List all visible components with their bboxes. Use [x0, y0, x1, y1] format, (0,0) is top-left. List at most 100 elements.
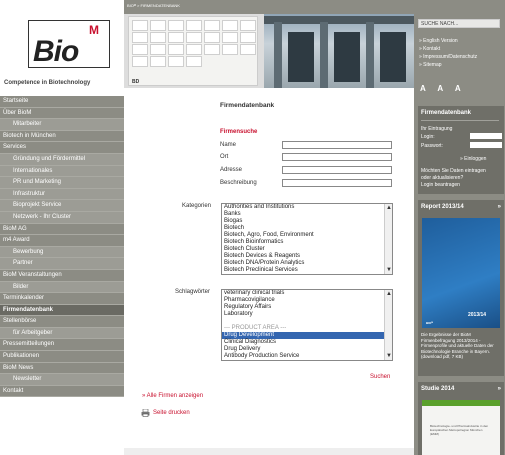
- printer-icon[interactable]: [141, 409, 150, 417]
- nav-item[interactable]: Infrastruktur: [0, 188, 124, 201]
- kontakt-link[interactable]: » Kontakt: [419, 46, 440, 52]
- nav-item[interactable]: Internationales: [0, 165, 124, 178]
- listbox-scrollbar[interactable]: ▲ ▼: [384, 204, 392, 274]
- nav-item[interactable]: Firmendatenbank: [0, 304, 124, 317]
- building-column: [320, 22, 328, 88]
- list-option[interactable]: Antibody Production Service: [222, 353, 392, 360]
- report-description[interactable]: Die Ergebnisse der BioM Firmenbefragung …: [421, 332, 503, 360]
- alle-firmen-link[interactable]: » Alle Firmen anzeigen: [142, 393, 203, 399]
- top-bar: BIOᴹ > FIRMENDATENBANK: [124, 0, 414, 14]
- nav-item[interactable]: Newsletter: [0, 374, 124, 386]
- einloggen-button[interactable]: » Einloggen: [460, 156, 486, 162]
- nav-item[interactable]: Publikationen: [0, 351, 124, 363]
- studie-title[interactable]: Studie 2014: [421, 386, 454, 392]
- nav-item[interactable]: Bewerbung: [0, 246, 124, 259]
- seite-drucken-link[interactable]: Seite drucken: [153, 410, 190, 416]
- nav-item[interactable]: Gründung und Fördermittel: [0, 153, 124, 166]
- building-photo: [264, 14, 414, 88]
- nav-item[interactable]: Kontakt: [0, 386, 124, 398]
- suchen-button[interactable]: Suchen: [370, 374, 390, 380]
- member-logo: [168, 32, 184, 43]
- login-beantragen-link[interactable]: Login beantragen: [421, 182, 460, 188]
- list-option[interactable]: Biotech: [222, 225, 392, 232]
- beschreibung-field[interactable]: [282, 179, 392, 187]
- report-arrow-icon[interactable]: »: [498, 204, 501, 210]
- site-search-input[interactable]: SUCHE NACH...: [418, 19, 500, 28]
- adresse-field[interactable]: [282, 166, 392, 174]
- nav-item[interactable]: für Arbeitgeber: [0, 327, 124, 340]
- list-option[interactable]: Pharmacovigilance: [222, 297, 392, 304]
- firmendatenbank-login-box: Firmendatenbank Ihr Eintragung Login: Pa…: [418, 106, 504, 194]
- scroll-up-icon[interactable]: ▲: [386, 291, 392, 297]
- schlagwoerter-listbox[interactable]: veterinary clinical trials Pharmacovigila…: [221, 289, 393, 361]
- nav-item[interactable]: Netzwerk - Ihr Cluster: [0, 211, 124, 224]
- nav-item[interactable]: Bioprojekt Service: [0, 200, 124, 212]
- scroll-down-icon[interactable]: ▼: [386, 353, 392, 359]
- studie-cover-image[interactable]: Biotechnologie- und Pharmaindustrie in d…: [422, 400, 500, 455]
- english-version-link[interactable]: » English Version: [419, 38, 458, 44]
- nav-item[interactable]: Services: [0, 142, 124, 154]
- nav-item[interactable]: Bilder: [0, 281, 124, 294]
- nav-item[interactable]: BioM AG: [0, 224, 124, 236]
- eintrag-label: Ihr Eintragung: [421, 126, 453, 132]
- nav-item[interactable]: Startseite: [0, 96, 124, 108]
- list-option[interactable]: Biotech, Agro, Food, Environment: [222, 232, 392, 239]
- member-logo: [132, 32, 148, 43]
- member-logo: [222, 44, 238, 55]
- ort-label: Ort: [220, 154, 229, 160]
- nav-item[interactable]: Partner: [0, 258, 124, 270]
- nav-item[interactable]: Pressemitteilungen: [0, 339, 124, 352]
- studie-teaser: Studie 2014 » Biotechnologie- und Pharma…: [418, 382, 504, 455]
- bd-label: BD: [132, 79, 140, 85]
- list-option[interactable]: Biotech Bioinformatics: [222, 239, 392, 246]
- list-option[interactable]: Clinical Diagnostics: [222, 339, 392, 346]
- listbox-scrollbar[interactable]: ▲ ▼: [384, 290, 392, 360]
- impressum-link[interactable]: » Impressum/Datenschutz: [419, 54, 477, 60]
- report-title[interactable]: Report 2013/14: [421, 204, 464, 210]
- nav-item[interactable]: Biotech in München: [0, 131, 124, 143]
- password-field[interactable]: [470, 142, 502, 148]
- member-logo: [168, 56, 184, 67]
- list-option[interactable]: --- PRODUCT AREA ---: [222, 325, 392, 332]
- member-logo: [204, 32, 220, 43]
- studie-arrow-icon[interactable]: »: [498, 386, 501, 392]
- nav-item[interactable]: BioM Veranstaltungen: [0, 270, 124, 282]
- list-option[interactable]: Drug Development: [222, 332, 392, 339]
- nav-item[interactable]: PR und Marketing: [0, 177, 124, 189]
- list-option[interactable]: Biotech Devices & Reagents: [222, 253, 392, 260]
- member-logo: [186, 44, 202, 55]
- list-option[interactable]: Biotech Preclinical Services: [222, 267, 392, 274]
- nav-item[interactable]: Terminkalender: [0, 293, 124, 305]
- list-option[interactable]: Regulatory Affairs: [222, 304, 392, 311]
- sitemap-link[interactable]: » Sitemap: [419, 62, 442, 68]
- member-logo: [150, 56, 166, 67]
- nav-item[interactable]: Über BioM: [0, 108, 124, 120]
- passwort-label: Passwort:: [421, 143, 443, 149]
- name-field[interactable]: [282, 141, 392, 149]
- list-option[interactable]: Authorities and Institutions: [222, 204, 392, 211]
- list-option[interactable]: [222, 318, 392, 325]
- nav-item[interactable]: Stellenbörse: [0, 316, 124, 328]
- login-field[interactable]: [470, 133, 502, 139]
- biom-logo[interactable]: Bio M: [28, 20, 110, 68]
- member-logo: [240, 44, 256, 55]
- list-option[interactable]: Biotech Cluster: [222, 246, 392, 253]
- list-option[interactable]: Banks: [222, 211, 392, 218]
- nav-item[interactable]: Mitarbeiter: [0, 119, 124, 131]
- kategorien-listbox[interactable]: Authorities and Institutions Banks Biogas B…: [221, 203, 393, 275]
- building-window: [334, 32, 360, 82]
- font-size-switcher[interactable]: A A A: [420, 84, 466, 93]
- ort-field[interactable]: [282, 153, 392, 161]
- report-cover-image[interactable]: 2013/14 BIOᴹ: [422, 218, 500, 328]
- nav-item[interactable]: BioM News: [0, 363, 124, 375]
- list-option[interactable]: Laboratory: [222, 311, 392, 318]
- list-option[interactable]: Drug Delivery: [222, 346, 392, 353]
- breadcrumb[interactable]: BIOᴹ > FIRMENDATENBANK: [127, 3, 180, 8]
- scroll-up-icon[interactable]: ▲: [386, 205, 392, 211]
- scroll-down-icon[interactable]: ▼: [386, 267, 392, 273]
- nav-item[interactable]: m4 Award: [0, 235, 124, 247]
- building-roof: [264, 16, 414, 24]
- list-option[interactable]: Biotech DNA/Protein Analytics: [222, 260, 392, 267]
- list-option[interactable]: Biogas: [222, 218, 392, 225]
- list-option[interactable]: veterinary clinical trials: [222, 290, 392, 297]
